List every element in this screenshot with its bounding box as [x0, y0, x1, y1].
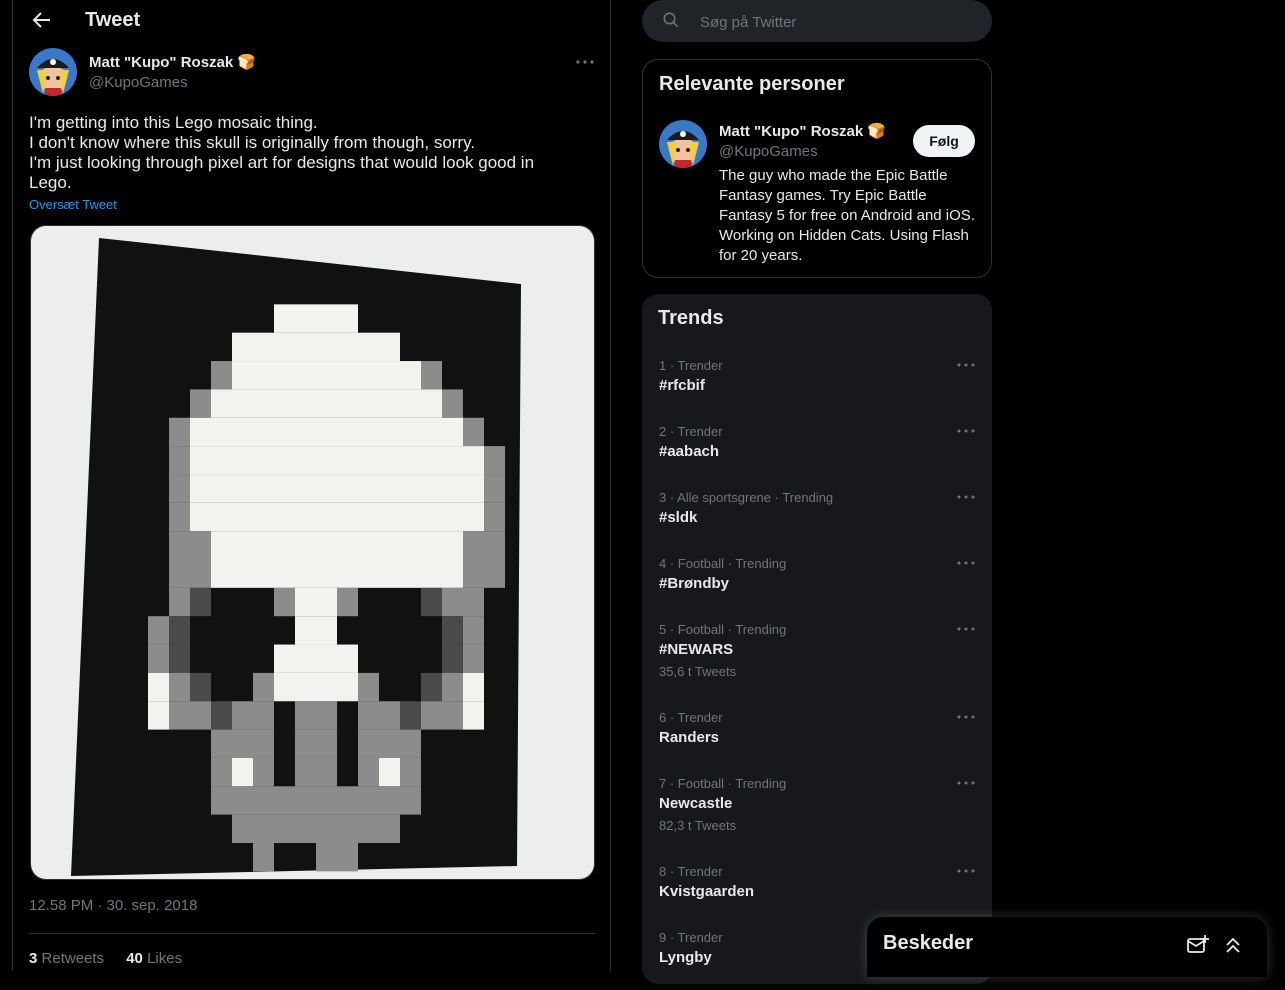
trend-meta: 3 · Alle sportsgrene · Trending: [659, 490, 834, 505]
translate-tweet-link[interactable]: Oversæt Tweet: [29, 197, 117, 212]
likes-label: Likes: [147, 950, 183, 967]
more-options-icon[interactable]: [956, 558, 976, 568]
author-avatar[interactable]: [29, 48, 77, 96]
trend-meta: 8 · Trender: [659, 864, 723, 879]
back-arrow-icon[interactable]: [29, 8, 53, 32]
more-options-icon[interactable]: [956, 624, 976, 634]
trend-name: Kvistgaarden: [659, 883, 755, 900]
trend-meta: 1 · Trender: [659, 358, 723, 373]
trend-tweet-count: 82,3 t Tweets: [659, 818, 737, 833]
trend-item[interactable]: 1 · Trender #rfcbif: [642, 358, 992, 418]
trend-meta: 6 · Trender: [659, 710, 723, 725]
tweet-text-line: I'm just looking through pixel art for d…: [29, 153, 535, 172]
messages-title: Beskeder: [883, 932, 974, 954]
trend-tweet-count: 35,6 t Tweets: [659, 664, 737, 679]
trends-panel: Trends 1 · Trender #rfcbif 2 · Trender #aab…: [642, 294, 992, 984]
tweet-timestamp[interactable]: 12.58 PM · 30. sep. 2018: [29, 897, 197, 914]
trend-meta: 4 · Football · Trending: [659, 556, 787, 571]
trend-meta: 9 · Trender: [659, 930, 723, 945]
more-options-icon[interactable]: [574, 54, 596, 70]
main-column: Tweet Matt "Kupo" Roszak 🍞 @KupoGames I'…: [12, 0, 611, 971]
search-box: [642, 0, 992, 44]
relevant-people-title: Relevante personer: [659, 73, 845, 95]
trend-item[interactable]: 2 · Trender #aabach: [642, 424, 992, 484]
trend-item[interactable]: 6 · Trender Randers: [642, 710, 992, 770]
messages-drawer[interactable]: Beskeder: [867, 917, 1267, 977]
top-bar: Tweet: [13, 0, 610, 42]
tweet-text-line: I don't know where this skull is origina…: [29, 133, 476, 152]
relevant-people-panel: Relevante personer Matt "Kupo" Roszak 🍞 …: [642, 59, 992, 278]
relevant-name[interactable]: Matt "Kupo" Roszak 🍞: [719, 122, 886, 140]
tweet-stats: 3 Retweets 40 Likes: [29, 950, 200, 967]
new-message-icon[interactable]: [1187, 935, 1209, 955]
author-handle[interactable]: @KupoGames: [89, 74, 188, 91]
trend-meta: 2 · Trender: [659, 424, 723, 439]
trend-item[interactable]: 3 · Alle sportsgrene · Trending #sldk: [642, 490, 992, 550]
page-title: Tweet: [85, 9, 141, 31]
retweets-stat[interactable]: 3 Retweets: [29, 950, 104, 967]
trend-meta: 5 · Football · Trending: [659, 622, 787, 637]
trend-meta: 7 · Football · Trending: [659, 776, 787, 791]
tweet-text-line: I'm getting into this Lego mosaic thing.: [29, 113, 318, 132]
search-icon: [663, 12, 679, 28]
trend-item[interactable]: 5 · Football · Trending #NEWARS 35,6 t Twe…: [642, 622, 992, 682]
trend-name: Randers: [659, 729, 720, 746]
author-name[interactable]: Matt "Kupo" Roszak 🍞: [89, 53, 256, 71]
more-options-icon[interactable]: [956, 778, 976, 788]
divider: [29, 933, 596, 934]
more-options-icon[interactable]: [956, 712, 976, 722]
more-options-icon[interactable]: [956, 360, 976, 370]
trend-name: Lyngby: [659, 949, 712, 966]
retweets-label: Retweets: [41, 950, 105, 967]
trend-name: Newcastle: [659, 795, 733, 812]
more-options-icon[interactable]: [956, 492, 976, 502]
trends-title: Trends: [658, 307, 724, 329]
trend-item[interactable]: 4 · Football · Trending #Brøndby: [642, 556, 992, 616]
search-input[interactable]: [698, 0, 982, 44]
expand-chevron-icon[interactable]: [1223, 935, 1243, 955]
more-options-icon[interactable]: [956, 866, 976, 876]
lego-skull-image: [31, 226, 594, 879]
likes-count: 40: [126, 950, 143, 967]
tweet-text-line: Lego.: [29, 173, 72, 192]
trend-name: #aabach: [659, 443, 720, 460]
likes-stat[interactable]: 40 Likes: [126, 950, 182, 967]
trend-name: #rfcbif: [659, 377, 705, 394]
follow-button[interactable]: Følg: [913, 125, 975, 157]
trend-name: #sldk: [659, 509, 698, 526]
tweet-image[interactable]: [30, 225, 595, 880]
relevant-bio: The guy who made the Epic Battle Fantasy…: [719, 167, 975, 264]
retweets-count: 3: [29, 950, 38, 967]
more-options-icon[interactable]: [956, 426, 976, 436]
trend-item[interactable]: 7 · Football · Trending Newcastle 82,3 t T…: [642, 776, 992, 836]
relevant-handle[interactable]: @KupoGames: [719, 143, 818, 160]
tweet-text: I'm getting into this Lego mosaic thing.…: [29, 113, 589, 193]
relevant-avatar[interactable]: [659, 120, 707, 168]
tweet-author: Matt "Kupo" Roszak 🍞 @KupoGames: [29, 48, 596, 98]
trend-name: #Brøndby: [659, 575, 730, 592]
trend-name: #NEWARS: [659, 641, 734, 658]
trend-item[interactable]: 8 · Trender Kvistgaarden: [642, 864, 992, 924]
